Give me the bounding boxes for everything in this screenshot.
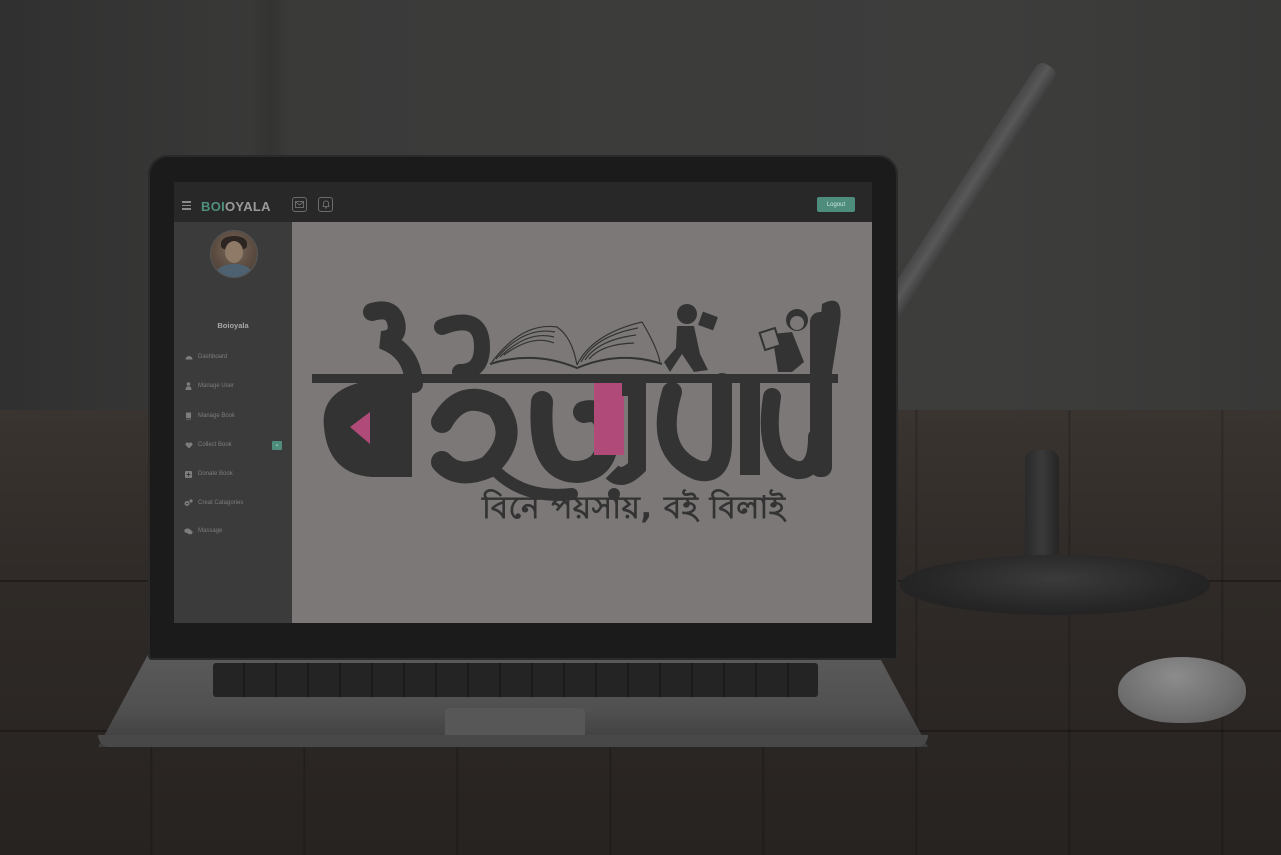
sidebar-item-donate-book[interactable]: Donate Book: [184, 468, 284, 480]
sidebar-item-label: Manage Book: [198, 413, 236, 419]
logo-matra-bar: [312, 374, 838, 383]
sidebar-item-label: Massage: [198, 528, 223, 534]
heart-icon: [184, 441, 193, 450]
user-name: Boioyala: [217, 321, 249, 330]
desk-lamp-base: [900, 555, 1210, 615]
computer-mouse: [1118, 657, 1246, 723]
sidebar-item-label: Dashboard: [198, 354, 228, 360]
brand-primary: BOI: [201, 199, 226, 214]
hamburger-menu-icon[interactable]: [182, 201, 191, 212]
sidebar-item-message[interactable]: Massage: [184, 525, 284, 537]
logout-button[interactable]: Logout: [817, 197, 855, 212]
avatar-face: [225, 241, 243, 263]
avatar[interactable]: [210, 230, 258, 278]
laptop-keyboard: [213, 663, 818, 697]
mail-icon[interactable]: [292, 197, 307, 212]
top-navbar: BOIOYALA Logout: [174, 182, 872, 222]
sidebar-item-create-categories[interactable]: Creat Catagories: [184, 497, 284, 509]
desk-lamp-neck: [1025, 450, 1059, 570]
sidebar-item-manage-book[interactable]: Manage Book: [184, 410, 284, 422]
reading-person-icon: [664, 304, 718, 372]
logo-tagline: বিনে পয়সায়, বই বিলাই: [482, 490, 786, 526]
collect-book-badge: •: [272, 441, 282, 450]
boioyala-logo-graphic: [312, 300, 841, 501]
brand-logo[interactable]: BOIOYALA: [201, 199, 271, 214]
comments-icon: [184, 527, 193, 536]
sidebar-item-label: Manage User: [198, 383, 235, 389]
sidebar-item-dashboard[interactable]: Dashboard: [184, 351, 284, 363]
laptop-screen: BOIOYALA Logout Boioyala Dashboard Manag…: [174, 182, 872, 623]
dashboard-icon: [184, 353, 193, 362]
user-icon: [184, 382, 193, 391]
sidebar: Boioyala Dashboard Manage User Manage Bo…: [174, 222, 292, 623]
brand-secondary: OYALA: [225, 199, 271, 214]
bell-icon[interactable]: [318, 197, 333, 212]
avatar-shirt: [217, 264, 251, 277]
sidebar-item-collect-book[interactable]: Collect Book: [184, 439, 284, 451]
sidebar-item-label: Donate Book: [198, 471, 233, 477]
book-icon: [184, 412, 193, 421]
sidebar-item-manage-user[interactable]: Manage User: [184, 380, 284, 392]
plus-square-icon: [184, 470, 193, 479]
main-content: বিনে পয়সায়, বই বিলাই: [292, 222, 872, 623]
laptop-base-lip: [98, 735, 928, 747]
gears-icon: [184, 499, 193, 508]
open-book-icon: [489, 321, 663, 370]
sidebar-item-label: Creat Catagories: [198, 500, 244, 506]
sidebar-item-label: Collect Book: [198, 442, 232, 448]
